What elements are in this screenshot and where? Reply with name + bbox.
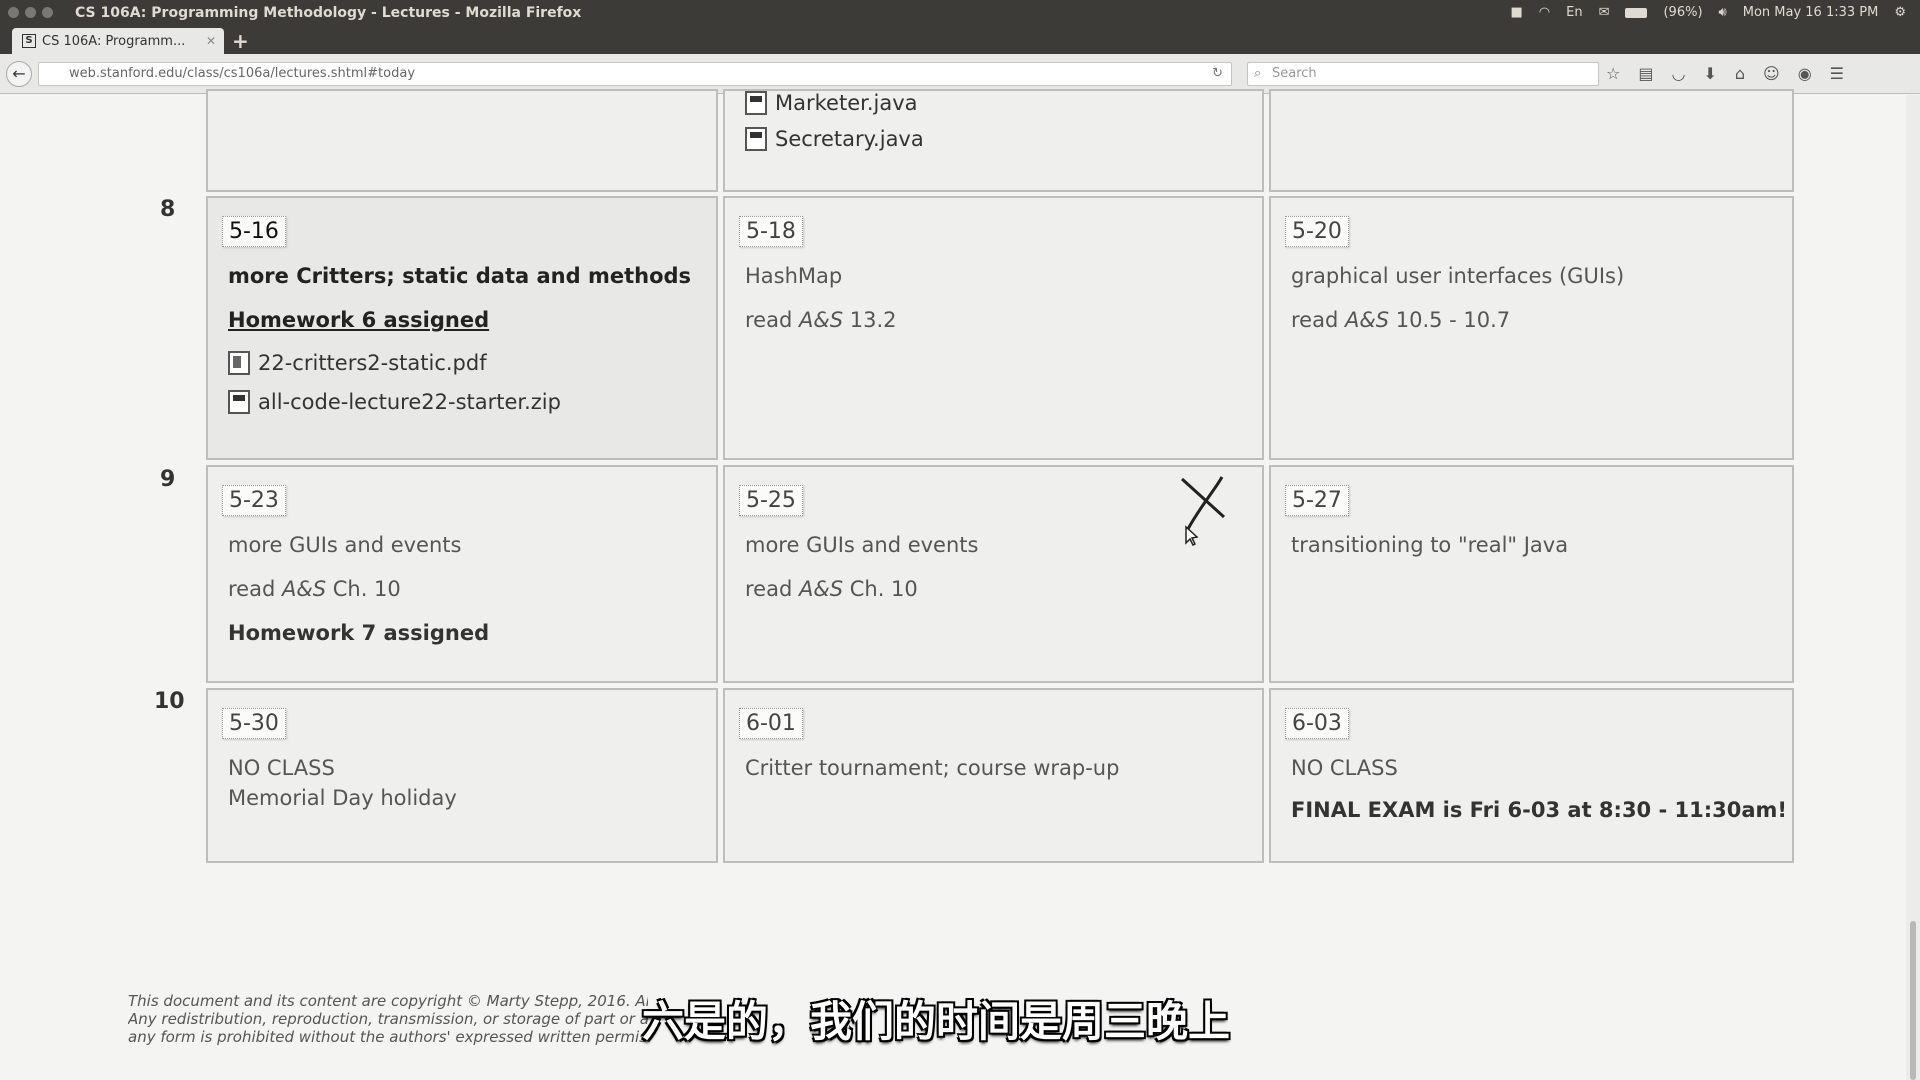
date-badge: 5-27 <box>1285 485 1349 516</box>
schedule-cell: 5-30 NO CLASS Memorial Day holiday <box>206 688 718 863</box>
file-link[interactable]: Secretary.java <box>745 127 924 151</box>
pdf-file-icon <box>228 351 250 375</box>
vertical-scrollbar[interactable] <box>1906 95 1920 1080</box>
mail-icon[interactable]: ✉ <box>1599 5 1610 20</box>
url-bar[interactable]: web.stanford.edu/class/cs106a/lectures.s… <box>38 62 1232 86</box>
bookmark-star-icon[interactable]: ☆ <box>1606 64 1620 83</box>
battery-icon[interactable] <box>1625 7 1648 18</box>
lecture-topic: transitioning to "real" Java <box>1291 533 1569 557</box>
reading-assignment: read A&S Ch. 10 <box>745 577 918 601</box>
bookmarks-list-icon[interactable]: ▤ <box>1638 64 1653 83</box>
chat-icon[interactable]: ☺ <box>1763 64 1780 83</box>
reload-icon[interactable]: ↻ <box>1212 63 1223 85</box>
window-title: CS 106A: Programming Methodology - Lectu… <box>75 4 582 21</box>
schedule-cell <box>1269 89 1794 192</box>
lecture-topic: NO CLASS <box>1291 756 1398 780</box>
pocket-icon[interactable]: ◡ <box>1671 64 1685 83</box>
lecture-topic: more GUIs and events <box>228 533 462 557</box>
reading-assignment: read A&S Ch. 10 <box>228 577 401 601</box>
annotation-x-mark <box>1180 476 1226 547</box>
date-badge: 5-20 <box>1285 216 1349 247</box>
java-file-icon <box>745 127 767 151</box>
final-exam-note: FINAL EXAM is Fri 6-03 at 8:30 - 11:30am… <box>1291 798 1787 822</box>
minimize-window-button[interactable] <box>25 7 36 18</box>
date-badge: 5-25 <box>739 485 803 516</box>
download-icon[interactable]: ⬇ <box>1703 64 1716 83</box>
browser-tab[interactable]: S CS 106A: Programm... ✕ <box>12 28 224 54</box>
homework-link[interactable]: Homework 6 assigned <box>228 308 489 332</box>
homework-note: Homework 7 assigned <box>228 621 490 645</box>
search-input[interactable]: ⌕ Search <box>1247 62 1599 86</box>
schedule-cell-today: 5-16 more Critters; static data and meth… <box>206 196 718 460</box>
lecture-topic: more GUIs and events <box>745 533 979 557</box>
schedule-cell: 5-27 transitioning to "real" Java <box>1269 465 1794 683</box>
back-button[interactable]: ← <box>6 61 32 87</box>
lecture-topic: more Critters; static data and methods <box>228 264 692 288</box>
menu-icon[interactable]: ☰ <box>1830 64 1844 83</box>
holiday-note: Memorial Day holiday <box>228 786 457 810</box>
lecture-topic: Critter tournament; course wrap-up <box>745 756 1120 780</box>
close-window-button[interactable] <box>8 7 19 18</box>
home-icon[interactable]: ⌂ <box>1735 64 1745 83</box>
os-top-panel: CS 106A: Programming Methodology - Lectu… <box>0 0 1920 25</box>
url-text: web.stanford.edu/class/cs106a/lectures.s… <box>69 66 416 81</box>
window-controls <box>8 7 53 18</box>
battery-percent: (96%) <box>1663 5 1703 20</box>
page-content: Marketer.java Secretary.java 8 5-16 more… <box>0 89 1906 1080</box>
keyboard-language-indicator[interactable]: En <box>1566 5 1582 20</box>
scrollbar-thumb[interactable] <box>1910 921 1916 1080</box>
schedule-cell: 6-03 NO CLASS FINAL EXAM is Fri 6-03 at … <box>1269 688 1794 863</box>
maximize-window-button[interactable] <box>42 7 53 18</box>
file-link[interactable]: 22-critters2-static.pdf <box>228 351 487 375</box>
date-badge: 6-01 <box>739 708 803 739</box>
navigation-toolbar: ← web.stanford.edu/class/cs106a/lectures… <box>0 54 1920 94</box>
schedule-cell: 5-20 graphical user interfaces (GUIs) re… <box>1269 196 1794 460</box>
tab-strip: S CS 106A: Programm... ✕ + <box>0 25 1920 54</box>
clock[interactable]: Mon May 16 1:33 PM <box>1743 5 1879 20</box>
lecture-topic: HashMap <box>745 264 843 288</box>
video-subtitle: 六是的，我们的时间是周三晚上 <box>642 997 1231 1046</box>
week-number: 8 <box>160 197 176 222</box>
lecture-topic: graphical user interfaces (GUIs) <box>1291 264 1625 288</box>
date-badge: 5-16 <box>222 216 286 247</box>
camera-icon[interactable]: ■ <box>1510 5 1522 20</box>
copyright-footer: This document and its content are copyri… <box>128 992 648 1046</box>
date-badge: 6-03 <box>1285 708 1349 739</box>
close-tab-icon[interactable]: ✕ <box>206 34 216 48</box>
week-number: 9 <box>160 467 176 492</box>
reading-assignment: read A&S 13.2 <box>745 308 897 332</box>
search-placeholder: Search <box>1272 66 1317 81</box>
wifi-icon[interactable]: ◠ <box>1539 5 1550 20</box>
week-number: 10 <box>154 689 185 714</box>
schedule-cell: 5-23 more GUIs and events read A&S Ch. 1… <box>206 465 718 683</box>
schedule-cell: Marketer.java Secretary.java <box>723 89 1264 192</box>
zip-file-icon <box>228 390 250 414</box>
date-badge: 5-18 <box>739 216 803 247</box>
schedule-cell <box>206 89 718 192</box>
reading-assignment: read A&S 10.5 - 10.7 <box>1291 308 1511 332</box>
schedule-cell: 5-18 HashMap read A&S 13.2 <box>723 196 1264 460</box>
date-badge: 5-30 <box>222 708 286 739</box>
volume-icon[interactable]: 🔊︎ <box>1719 5 1727 20</box>
date-badge: 5-23 <box>222 485 286 516</box>
search-icon: ⌕ <box>1254 66 1262 81</box>
new-tab-button[interactable]: + <box>232 29 249 53</box>
file-link[interactable]: Marketer.java <box>745 91 918 115</box>
lecture-topic: NO CLASS <box>228 756 335 780</box>
stanford-favicon-icon: S <box>22 34 36 48</box>
java-file-icon <box>745 91 767 115</box>
schedule-cell: 6-01 Critter tournament; course wrap-up <box>723 688 1264 863</box>
extension-icon[interactable]: ◉ <box>1798 64 1812 83</box>
system-tray: ■ ◠ En ✉ (96%) 🔊︎ Mon May 16 1:33 PM ⚙ <box>1510 5 1906 20</box>
tab-title: CS 106A: Programm... <box>42 33 186 49</box>
file-link[interactable]: all-code-lecture22-starter.zip <box>228 390 561 414</box>
toolbar-icons: ☆ ▤ ◡ ⬇ ⌂ ☺ ◉ ☰ <box>1606 64 1844 83</box>
gear-icon[interactable]: ⚙ <box>1894 5 1906 20</box>
